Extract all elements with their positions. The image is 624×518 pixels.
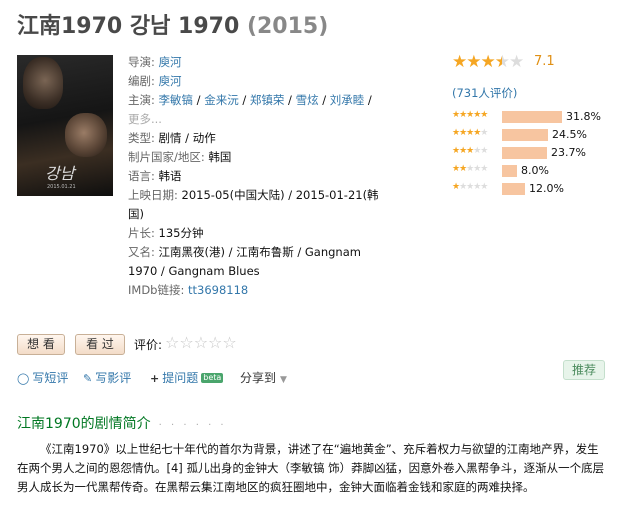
writer-label: 编剧: [128,74,159,88]
aka-label: 又名: [128,245,159,259]
country-row: 制片国家/地区: 韩国 [128,148,390,167]
rating-bar-row: ★★★★★ 8.0% [452,162,612,180]
cast-separator: / [364,93,372,107]
cast-separator: / [193,93,205,107]
plus-icon: + [150,372,160,385]
language-label: 语言: [128,169,159,183]
poster-logo: 강남 [45,164,75,183]
movie-info: 导演: 庾河 编剧: 庾河 主演: 李敏镐 / 金来沅 / 郑镇荣 / 雪炫 /… [128,53,390,300]
rating-row-stars-icon: ★★★★★ [452,110,488,120]
genre-value: 动作 [192,131,216,145]
imdb-label: IMDb链接: [128,283,188,297]
cast-more-link[interactable]: 更多... [128,112,162,126]
cast-more-row: 更多... [128,110,390,129]
rate-stars-input[interactable]: ☆☆☆☆☆ [165,333,237,352]
rating-score: 7.1 [534,54,555,69]
share-dropdown[interactable]: 分享到 ▼ [240,369,287,386]
genre-separator: / [181,131,193,145]
chevron-down-icon: ▼ [280,375,287,385]
rating-bar-row: ★★★★★ 31.8% [452,108,612,126]
rating-row-stars-icon: ★★★★★ [452,146,488,156]
rating-row-stars-icon: ★★★★★ [452,128,488,138]
director-label: 导演: [128,55,159,69]
rating-stars-icon: ★★★★★ [452,52,524,72]
cast-link[interactable]: 刘承睦 [330,93,365,107]
rating-distribution: ★★★★★ 31.8% ★★★★★ 24.5% ★★★★★ 23.7% ★★★★★ 8.0% ★… [452,108,612,198]
ask-question-label: 提问题 [162,371,199,385]
genre-row: 类型: 剧情 / 动作 [128,129,390,148]
rating-bar [502,111,562,123]
cast-link[interactable]: 金来沅 [204,93,239,107]
summary-title: 江南1970的剧情简介 [17,416,151,432]
language-value: 韩语 [158,169,182,183]
cast-separator: / [238,93,250,107]
cast-link[interactable]: 雪炫 [296,93,319,107]
rating-bar-percent: 24.5% [552,128,587,141]
rating-bar [502,183,525,195]
runtime-label: 片长: [128,226,159,240]
genre-label: 类型: [128,131,159,145]
aka-value: 江南黑夜(港) / 江南布鲁斯 / Gangnam 1970 / Gangnam… [128,245,361,278]
director-link[interactable]: 庾河 [159,55,182,69]
imdb-link[interactable]: tt3698118 [188,283,248,297]
rating-bar-percent: 31.8% [566,110,601,123]
summary-text: 《江南1970》以上世纪七十年代的首尔为背景，讲述了在“遍地黄金”、充斥着权力与… [17,442,605,494]
rating-bar-percent: 12.0% [529,182,564,195]
watched-button[interactable]: 看 过 [75,334,125,355]
language-row: 语言: 韩语 [128,167,390,186]
movie-year: (2015) [246,14,329,39]
cast-row: 主演: 李敏镐 / 金来沅 / 郑镇荣 / 雪炫 / 刘承睦 / [128,91,390,110]
release-label: 上映日期: [128,188,182,202]
poster-figure-top [23,57,63,109]
movie-title: 江南1970 강남 1970 (2015) [17,8,328,40]
rating-row-stars-icon: ★★★★★ [452,182,488,192]
writer-row: 编剧: 庾河 [128,72,390,91]
pencil-icon: ✎ [83,372,93,385]
rate-label: 评价: [134,338,163,352]
poster-date: 2015.01.21 [47,184,76,190]
runtime-value: 135分钟 [158,226,204,240]
cast-link[interactable]: 郑镇荣 [250,93,285,107]
rating-row-stars-icon: ★★★★★ [452,164,488,174]
cast-separator: / [318,93,330,107]
rating-bar [502,147,547,159]
country-value: 韩国 [208,150,232,164]
cast-label: 主演: [128,93,159,107]
speech-bubble-icon: ◯ [17,372,30,385]
rating-bar-row: ★★★★★ 23.7% [452,144,612,162]
write-comment-label: 写短评 [32,371,69,385]
movie-poster[interactable]: 강남 2015.01.21 [17,55,113,196]
share-label: 分享到 [240,371,277,385]
beta-badge: beta [201,373,224,383]
rating-bar-row: ★★★★★ 24.5% [452,126,612,144]
ask-question-action[interactable]: + 提问题 beta [150,369,224,386]
rating-bar-percent: 8.0% [521,164,549,177]
summary-heading: 江南1970的剧情简介 · · · · · · [17,413,227,433]
rating-bar [502,165,517,177]
country-label: 制片国家/地区: [128,150,209,164]
cast-link[interactable]: 李敏镐 [159,93,194,107]
writer-link[interactable]: 庾河 [159,74,182,88]
release-row: 上映日期: 2015-05(中国大陆) / 2015-01-21(韩国) [128,186,390,224]
write-review-action[interactable]: ✎ 写影评 [83,369,131,386]
want-to-watch-button[interactable]: 想 看 [17,334,65,355]
rating-bar [502,129,548,141]
genre-value: 剧情 [158,131,182,145]
rating-bar-row: ★★★★★ 12.0% [452,180,612,198]
imdb-row: IMDb链接: tt3698118 [128,281,390,300]
write-review-label: 写影评 [95,371,132,385]
movie-title-main: 江南1970 강남 1970 [17,14,240,39]
rating-bar-percent: 23.7% [551,146,586,159]
cast-separator: / [284,93,296,107]
summary-dots: · · · · · · [158,420,227,431]
recommend-button[interactable]: 推荐 [563,360,605,380]
rating-votes-link[interactable]: (731人评价) [452,85,517,101]
write-comment-action[interactable]: ◯ 写短评 [17,369,68,386]
aka-row: 又名: 江南黑夜(港) / 江南布鲁斯 / Gangnam 1970 / Gan… [128,243,390,281]
runtime-row: 片长: 135分钟 [128,224,390,243]
director-row: 导演: 庾河 [128,53,390,72]
poster-figure-bottom [65,113,107,157]
